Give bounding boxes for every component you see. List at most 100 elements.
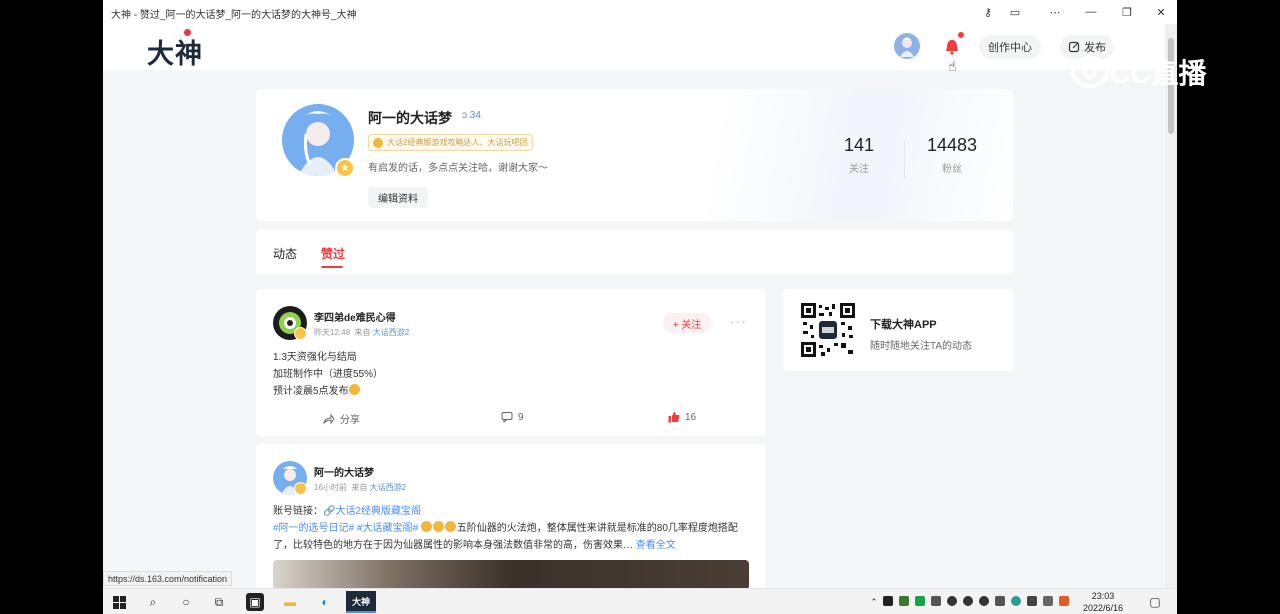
expert-tag-label: 大话2经典版游戏攻略达人、大话玩吧团 — [387, 138, 528, 147]
profile-card: ★ 阿一的大话梦 ↄ 34 大话2经典版游戏攻略达人、大话玩吧团 有启发的话，多… — [256, 89, 1013, 221]
level-icon: ↄ — [462, 110, 467, 121]
top-nav: 大神 创作中心 发布 — [103, 24, 1165, 70]
fans-stat[interactable]: 14483 粉丝 — [920, 135, 984, 175]
active-tab-indicator — [321, 266, 343, 268]
close-button[interactable]: ✕ — [1149, 3, 1173, 21]
share-icon — [323, 413, 335, 425]
author-name[interactable]: 李四弟de难民心得 — [314, 309, 396, 324]
notification-center-icon[interactable]: ▢ — [1146, 593, 1164, 611]
creator-center-button[interactable]: 创作中心 — [979, 35, 1041, 59]
qq-icon[interactable] — [979, 596, 989, 606]
live-brand-text: CC直播 — [1110, 58, 1207, 89]
qq-icon[interactable] — [963, 596, 973, 606]
fans-count: 14483 — [926, 135, 978, 155]
author-name[interactable]: 阿一的大话梦 — [314, 464, 374, 479]
from-prefix: 来自 — [354, 328, 371, 337]
network-icon[interactable] — [1027, 596, 1037, 606]
post-tags[interactable]: #阿一的选号日记# #大话藏宝阁# — [273, 523, 418, 534]
share-button[interactable]: 分享 — [323, 411, 360, 426]
more-menu-icon[interactable]: ⋯ — [1043, 3, 1067, 21]
mic-icon[interactable] — [883, 596, 893, 606]
like-count: 16 — [685, 411, 697, 423]
fans-label: 粉丝 — [942, 164, 962, 175]
restore-button[interactable]: ❐ — [1115, 3, 1139, 21]
bell-icon[interactable] — [941, 36, 963, 58]
read-more-link[interactable]: 查看全文 — [636, 540, 676, 551]
profile-name: 阿一的大话梦 — [368, 110, 452, 126]
expert-tag: 大话2经典版游戏攻略达人、大话玩吧团 — [368, 134, 534, 151]
edit-profile-label: 编辑资料 — [378, 194, 418, 205]
post-line: 预计凌晨5点发布 — [273, 383, 361, 400]
tag-icon — [373, 138, 383, 148]
tray-app-icon[interactable] — [915, 596, 925, 606]
thumbs-up-icon — [668, 412, 680, 423]
search-icon[interactable]: ⌕ — [144, 593, 162, 611]
post-meta: 昨天12:48 来自 大话西游2 — [314, 327, 409, 338]
verified-badge-icon: ★ — [335, 158, 355, 178]
comment-count: 9 — [518, 411, 524, 423]
feed-post: 李四弟de难民心得 昨天12:48 来自 大话西游2 + 关注 ··· 1.3天… — [256, 289, 766, 436]
key-icon[interactable]: ⚷ — [976, 3, 1000, 21]
tab-bar: 动态 赞过 — [256, 230, 1013, 274]
share-label: 分享 — [340, 415, 360, 426]
live-watermark: CC直播 — [1070, 52, 1240, 92]
windows-start-icon[interactable] — [110, 593, 128, 611]
hand-cursor-icon: ☝ — [948, 58, 957, 74]
post-image[interactable] — [273, 560, 749, 588]
taskbar: ⌕ ○ ⧉ ▣ ▬ ◐ 大神 ⌃ 23:03 2022/6/16 ▢ — [103, 588, 1177, 614]
level-badge: ↄ 34 — [462, 110, 481, 121]
profile-bio: 有启发的话，多点点关注哈，谢谢大家～ — [368, 163, 548, 174]
file-explorer-icon[interactable]: ▬ — [281, 593, 299, 611]
vertical-scrollbar[interactable] — [1165, 24, 1177, 588]
user-avatar[interactable] — [894, 33, 920, 59]
clock-time: 23:03 — [1091, 591, 1115, 601]
taskbar-clock[interactable]: 23:03 2022/6/16 — [1083, 590, 1123, 614]
download-app-card: 下载大神APP 随时随地关注TA的动态 — [783, 289, 1013, 371]
tab-activity[interactable]: 动态 — [273, 245, 297, 262]
emoji-icon — [432, 521, 444, 532]
window-title: 大神 - 赞过_阿一的大话梦_阿一的大话梦的大神号_大神 — [111, 10, 357, 21]
qq-icon[interactable] — [947, 596, 957, 606]
follow-button[interactable]: + 关注 — [663, 313, 711, 333]
tray-expand-icon[interactable]: ⌃ — [865, 593, 883, 611]
tab-liked[interactable]: 赞过 — [321, 245, 345, 262]
usb-icon[interactable] — [995, 596, 1005, 606]
minimize-button[interactable]: — — [1079, 3, 1103, 21]
comment-button[interactable]: 9 — [501, 411, 524, 423]
app-icon[interactable]: ▣ — [246, 593, 264, 611]
tray-app-icon[interactable] — [899, 596, 909, 606]
like-button[interactable]: 16 — [668, 411, 696, 423]
tray-app-icon[interactable] — [1011, 596, 1021, 606]
tray-app-icon[interactable] — [1059, 596, 1069, 606]
qr-code-icon — [801, 303, 855, 357]
game-link[interactable]: 大话西游2 — [370, 483, 406, 492]
game-link[interactable]: 大话西游2 — [373, 328, 409, 337]
post-actions: 分享 9 16 — [256, 407, 766, 427]
creator-center-label: 创作中心 — [988, 42, 1032, 54]
dashen-taskbar-button[interactable]: 大神 — [346, 591, 376, 613]
link-icon: 🔗 — [323, 506, 336, 517]
status-url: https://ds.163.com/notification — [103, 571, 233, 586]
post-line-text: 预计凌晨5点发布 — [273, 386, 349, 397]
speaker-icon[interactable] — [931, 596, 941, 606]
site-logo[interactable]: 大神 — [147, 32, 203, 71]
more-options-icon[interactable]: ··· — [730, 313, 747, 329]
post-body: 账号链接：🔗大话2经典版藏宝阁 #阿一的选号日记# #大话藏宝阁# 五阶仙器的火… — [273, 503, 753, 554]
cortana-icon[interactable]: ○ — [177, 593, 195, 611]
download-app-title[interactable]: 下载大神APP — [870, 316, 937, 332]
emoji-icon — [420, 521, 432, 532]
battery-icon[interactable] — [1043, 596, 1053, 606]
following-stat[interactable]: 141 关注 — [834, 135, 884, 175]
title-bar: 大神 - 赞过_阿一的大话梦_阿一的大话梦的大神号_大神 ⚷ ▭ ⋯ — ❐ ✕ — [103, 0, 1177, 24]
tablet-icon[interactable]: ▭ — [1003, 3, 1027, 21]
cc-live-logo-icon — [1071, 56, 1109, 88]
account-link[interactable]: 大话2经典版藏宝阁 — [335, 506, 421, 517]
following-count: 141 — [843, 135, 875, 155]
task-view-icon[interactable]: ⧉ — [210, 593, 228, 611]
edit-profile-button[interactable]: 编辑资料 — [368, 187, 428, 208]
from-prefix: 来自 — [351, 483, 368, 492]
edge-icon[interactable]: ◐ — [316, 593, 334, 611]
logo-dot — [184, 29, 191, 36]
feed-post: 阿一的大话梦 16小时前 来自 大话西游2 账号链接：🔗大话2经典版藏宝阁 #阿… — [256, 444, 766, 588]
author-badge-icon — [294, 482, 307, 495]
